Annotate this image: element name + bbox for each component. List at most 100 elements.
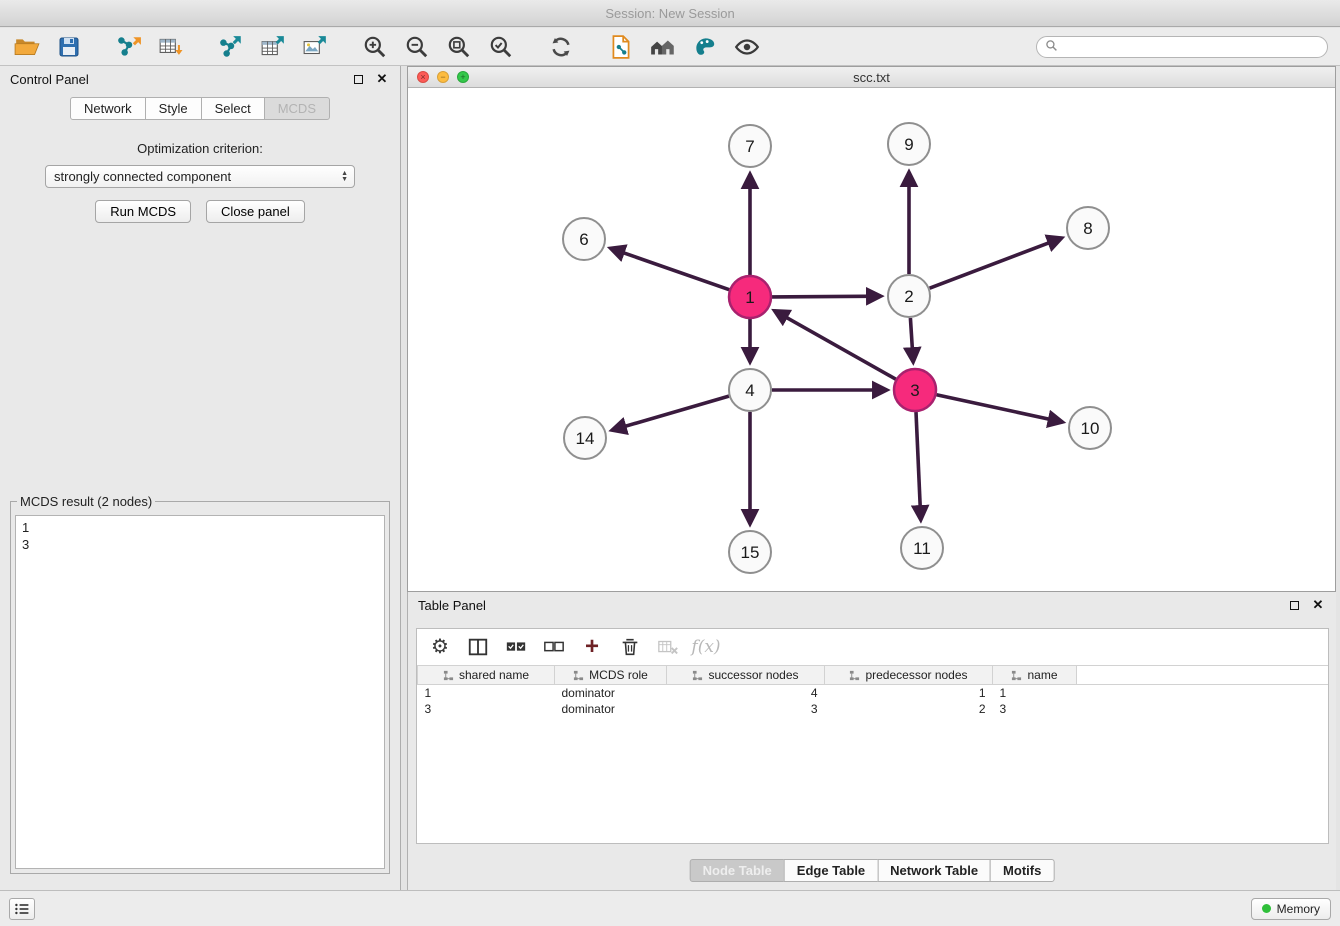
- tab-network-table[interactable]: Network Table: [877, 859, 991, 882]
- zoom-fit-icon[interactable]: [444, 32, 474, 62]
- homes-icon[interactable]: [648, 32, 678, 62]
- select-all-columns-icon[interactable]: [503, 634, 529, 660]
- network-node-4[interactable]: 4: [729, 369, 771, 411]
- column-header-shared-name[interactable]: shared name: [418, 666, 555, 685]
- gear-icon[interactable]: ⚙: [427, 634, 453, 660]
- open-session-icon[interactable]: [12, 32, 42, 62]
- network-node-15[interactable]: 15: [729, 531, 771, 573]
- network-canvas[interactable]: 7 9 6 8 1 2 4 3 14 10 15 11: [408, 88, 1335, 591]
- network-node-10[interactable]: 10: [1069, 407, 1111, 449]
- table-cell[interactable]: 4: [667, 685, 825, 701]
- unselect-all-columns-icon[interactable]: [541, 634, 567, 660]
- window-close-icon[interactable]: ×: [417, 71, 429, 83]
- table-panel: Table Panel ✕ ⚙ +: [407, 592, 1336, 890]
- float-panel-icon[interactable]: [350, 71, 366, 87]
- network-edge-2-3[interactable]: [910, 318, 913, 362]
- close-panel-icon[interactable]: ✕: [374, 71, 390, 87]
- control-panel-header: Control Panel ✕: [0, 66, 400, 92]
- window-titlebar: Session: New Session: [0, 0, 1340, 27]
- close-panel-button[interactable]: Close panel: [206, 200, 305, 223]
- table-cell[interactable]: dominator: [555, 685, 667, 701]
- network-node-9[interactable]: 9: [888, 123, 930, 165]
- style-palette-icon[interactable]: [690, 32, 720, 62]
- import-network-icon[interactable]: [114, 32, 144, 62]
- save-session-icon[interactable]: [54, 32, 84, 62]
- task-history-button[interactable]: [9, 898, 35, 920]
- optimization-criterion-label: Optimization criterion:: [0, 141, 400, 156]
- delete-columns-icon[interactable]: [617, 634, 643, 660]
- network-node-6[interactable]: 6: [563, 218, 605, 260]
- network-node-11[interactable]: 11: [901, 527, 943, 569]
- float-table-panel-icon[interactable]: [1286, 597, 1302, 613]
- refresh-layout-icon[interactable]: [546, 32, 576, 62]
- network-node-2[interactable]: 2: [888, 275, 930, 317]
- table-cell[interactable]: 1: [418, 685, 555, 701]
- network-edge-4-14[interactable]: [612, 396, 729, 430]
- table-cell[interactable]: 1: [993, 685, 1077, 701]
- table-cell[interactable]: 3: [418, 701, 555, 717]
- close-table-panel-icon[interactable]: ✕: [1310, 597, 1326, 613]
- run-mcds-button[interactable]: Run MCDS: [95, 200, 191, 223]
- node-table-container: ⚙ + f(x): [416, 628, 1329, 844]
- tab-style[interactable]: Style: [145, 97, 202, 120]
- table-cell-filler: [1077, 701, 1329, 717]
- export-image-icon[interactable]: [300, 32, 330, 62]
- svg-text:11: 11: [913, 539, 931, 558]
- network-edge-3-1[interactable]: [774, 311, 895, 380]
- svg-text:1: 1: [745, 288, 754, 307]
- svg-text:3: 3: [910, 381, 919, 400]
- column-type-icon: [849, 670, 860, 681]
- table-cell[interactable]: 3: [993, 701, 1077, 717]
- mcds-result-list: 1 3: [15, 515, 385, 869]
- table-row[interactable]: 1dominator411: [418, 685, 1329, 701]
- network-edge-3-11[interactable]: [916, 412, 921, 520]
- control-panel: Control Panel ✕ Network Style Select MCD…: [0, 66, 401, 890]
- tab-select[interactable]: Select: [201, 97, 265, 120]
- table-cell[interactable]: dominator: [555, 701, 667, 717]
- tab-node-table[interactable]: Node Table: [690, 859, 785, 882]
- table-cell[interactable]: 2: [825, 701, 993, 717]
- show-columns-icon[interactable]: [465, 634, 491, 660]
- tab-edge-table[interactable]: Edge Table: [784, 859, 878, 882]
- network-node-7[interactable]: 7: [729, 125, 771, 167]
- network-node-3[interactable]: 3: [894, 369, 936, 411]
- window-minimize-icon[interactable]: −: [437, 71, 449, 83]
- table-cell[interactable]: 3: [667, 701, 825, 717]
- table-cell[interactable]: 1: [825, 685, 993, 701]
- search-input[interactable]: [1063, 40, 1319, 54]
- network-edge-1-6[interactable]: [610, 248, 729, 290]
- tab-mcds[interactable]: MCDS: [264, 97, 330, 120]
- network-window-titlebar: × − + scc.txt: [408, 67, 1335, 88]
- zoom-out-icon[interactable]: [402, 32, 432, 62]
- network-edge-2-8[interactable]: [930, 238, 1062, 288]
- memory-status-dot: [1262, 904, 1271, 913]
- zoom-selected-icon[interactable]: [486, 32, 516, 62]
- export-network-icon[interactable]: [216, 32, 246, 62]
- network-edge-3-10[interactable]: [937, 395, 1063, 422]
- window-zoom-icon[interactable]: +: [457, 71, 469, 83]
- list-icon: [14, 902, 30, 916]
- network-node-8[interactable]: 8: [1067, 207, 1109, 249]
- eye-icon[interactable]: [732, 32, 762, 62]
- import-table-icon[interactable]: [156, 32, 186, 62]
- window-title: Session: New Session: [605, 6, 734, 21]
- table-header-row: shared name MCDS role successor nodes pr…: [418, 666, 1329, 685]
- tab-network[interactable]: Network: [70, 97, 146, 120]
- tab-motifs[interactable]: Motifs: [990, 859, 1054, 882]
- column-header-name[interactable]: name: [993, 666, 1077, 685]
- export-table-icon[interactable]: [258, 32, 288, 62]
- network-node-14[interactable]: 14: [564, 417, 606, 459]
- column-type-icon: [1011, 670, 1022, 681]
- zoom-in-icon[interactable]: [360, 32, 390, 62]
- table-row[interactable]: 3dominator323: [418, 701, 1329, 717]
- create-column-icon[interactable]: +: [579, 634, 605, 660]
- memory-button[interactable]: Memory: [1251, 898, 1331, 920]
- traffic-lights: × − +: [417, 71, 469, 83]
- network-document-icon[interactable]: [606, 32, 636, 62]
- column-header-predecessor-nodes[interactable]: predecessor nodes: [825, 666, 993, 685]
- column-header-successor-nodes[interactable]: successor nodes: [667, 666, 825, 685]
- column-header-mcds-role[interactable]: MCDS role: [555, 666, 667, 685]
- network-node-1[interactable]: 1: [729, 276, 771, 318]
- network-edge-1-2[interactable]: [772, 296, 881, 297]
- criterion-dropdown[interactable]: strongly connected component ▲▼: [45, 165, 355, 188]
